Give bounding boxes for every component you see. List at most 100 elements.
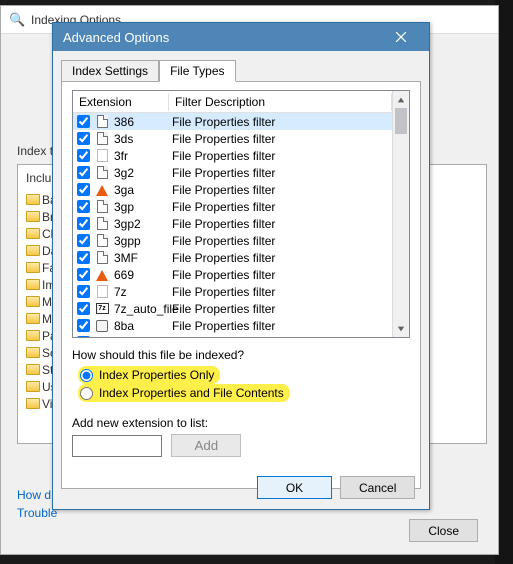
filter-description-cell: File Properties filter (172, 234, 390, 248)
file-type-row[interactable]: 669File Properties filter (73, 266, 392, 283)
file-type-row[interactable]: 3g2File Properties filter (73, 164, 392, 181)
radio-properties-contents-label: Index Properties and File Contents (99, 386, 284, 400)
filter-description-cell: File Properties filter (172, 251, 390, 265)
extension-cell: 3g2 (114, 166, 172, 180)
folder-icon (26, 194, 40, 205)
radio-properties-only[interactable] (80, 369, 93, 382)
filter-description-cell: File Properties filter (172, 336, 390, 338)
radio-properties-only-row[interactable]: Index Properties Only (78, 366, 220, 384)
file-type-checkbox[interactable] (77, 319, 90, 332)
folder-icon (26, 262, 40, 273)
extension-cell: 8bc (114, 336, 172, 338)
vlc-icon (94, 183, 110, 197)
vertical-scrollbar[interactable] (392, 91, 409, 337)
list-header: Extension Filter Description (73, 91, 392, 113)
filter-description-cell: File Properties filter (172, 217, 390, 231)
column-filter-description[interactable]: Filter Description (169, 93, 392, 111)
add-extension-label: Add new extension to list: (72, 416, 410, 430)
filter-description-cell: File Properties filter (172, 132, 390, 146)
folder-icon (26, 381, 40, 392)
tab-index-settings[interactable]: Index Settings (61, 60, 159, 82)
advanced-options-title: Advanced Options (63, 30, 169, 45)
file-type-checkbox[interactable] (77, 234, 90, 247)
radio-properties-contents[interactable] (80, 387, 93, 400)
extension-cell: 3gpp (114, 234, 172, 248)
file-type-checkbox[interactable] (77, 166, 90, 179)
file-icon (94, 217, 110, 231)
file-icon (94, 115, 110, 129)
close-icon[interactable] (383, 26, 419, 48)
file-type-row[interactable]: 8baFile Properties filter (73, 317, 392, 334)
file-type-row[interactable]: 3gp2File Properties filter (73, 215, 392, 232)
cancel-button[interactable]: Cancel (340, 476, 415, 499)
folder-icon (26, 296, 40, 307)
column-extension[interactable]: Extension (73, 93, 169, 111)
file-type-checkbox[interactable] (77, 115, 90, 128)
file-type-checkbox[interactable] (77, 285, 90, 298)
file-type-checkbox[interactable] (77, 268, 90, 281)
file-type-row[interactable]: 3MFFile Properties filter (73, 249, 392, 266)
folder-icon (26, 330, 40, 341)
file-icon (94, 251, 110, 265)
index-question: How should this file be indexed? (72, 348, 410, 362)
file-type-checkbox[interactable] (77, 251, 90, 264)
tab-strip: Index Settings File Types (61, 60, 421, 82)
file-type-checkbox[interactable] (77, 302, 90, 315)
folder-label: Vi (42, 397, 52, 411)
file-type-checkbox[interactable] (77, 336, 90, 337)
extension-cell: 3MF (114, 251, 172, 265)
folder-icon (26, 313, 40, 324)
add-button: Add (171, 434, 241, 457)
file-icon (94, 149, 110, 163)
file-type-row[interactable]: 3frFile Properties filter (73, 147, 392, 164)
file-type-list: Extension Filter Description 386File Pro… (72, 90, 410, 338)
file-type-row[interactable]: 3gaFile Properties filter (73, 181, 392, 198)
filter-description-cell: File Properties filter (172, 285, 390, 299)
file-type-checkbox[interactable] (77, 183, 90, 196)
file-type-checkbox[interactable] (77, 149, 90, 162)
extension-cell: 3ga (114, 183, 172, 197)
file-type-row[interactable]: 3gppFile Properties filter (73, 232, 392, 249)
filter-description-cell: File Properties filter (172, 149, 390, 163)
gear-icon (94, 336, 110, 338)
folder-icon (26, 211, 40, 222)
vlc-icon (94, 268, 110, 282)
scrollbar-thumb[interactable] (395, 108, 407, 134)
file-type-checkbox[interactable] (77, 217, 90, 230)
radio-properties-contents-row[interactable]: Index Properties and File Contents (78, 384, 290, 402)
file-type-row[interactable]: 7z 7z_auto_fileFile Properties filter (73, 300, 392, 317)
folder-icon (26, 245, 40, 256)
folder-icon (26, 347, 40, 358)
extension-cell: 3ds (114, 132, 172, 146)
extension-cell: 8ba (114, 319, 172, 333)
extension-cell: 386 (114, 115, 172, 129)
scroll-up-icon[interactable] (393, 91, 409, 108)
file-type-row[interactable]: 8bcFile Properties filter (73, 334, 392, 337)
file-type-checkbox[interactable] (77, 132, 90, 145)
file-type-checkbox[interactable] (77, 200, 90, 213)
search-icon: 🔍 (9, 12, 25, 28)
filter-description-cell: File Properties filter (172, 302, 390, 316)
file-type-row[interactable]: 3dsFile Properties filter (73, 130, 392, 147)
add-extension-input[interactable] (72, 435, 162, 457)
folder-icon (26, 364, 40, 375)
file-icon (94, 166, 110, 180)
close-button[interactable]: Close (409, 519, 478, 542)
filter-description-cell: File Properties filter (172, 166, 390, 180)
file-type-row[interactable]: 7zFile Properties filter (73, 283, 392, 300)
folder-icon (26, 228, 40, 239)
filter-description-cell: File Properties filter (172, 183, 390, 197)
filter-description-cell: File Properties filter (172, 268, 390, 282)
7z-icon: 7z (94, 302, 110, 316)
file-type-row[interactable]: 386File Properties filter (73, 113, 392, 130)
scrollbar-track[interactable] (393, 108, 409, 320)
extension-cell: 7z_auto_file (114, 302, 172, 316)
ok-button[interactable]: OK (257, 476, 332, 499)
extension-cell: 3fr (114, 149, 172, 163)
file-type-row[interactable]: 3gpFile Properties filter (73, 198, 392, 215)
folder-icon (26, 279, 40, 290)
scroll-down-icon[interactable] (393, 320, 409, 337)
tab-file-types[interactable]: File Types (159, 60, 235, 82)
file-types-panel: Extension Filter Description 386File Pro… (61, 81, 421, 489)
extension-cell: 669 (114, 268, 172, 282)
